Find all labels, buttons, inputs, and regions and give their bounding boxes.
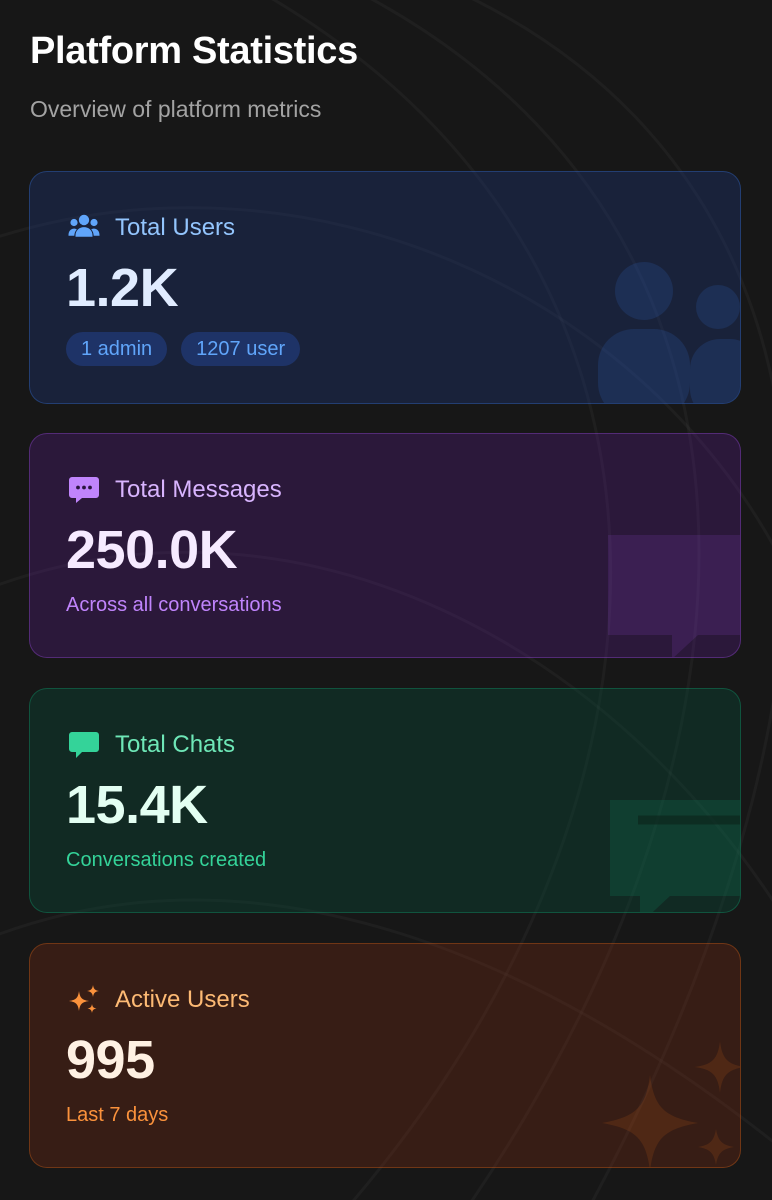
sparkles-watermark-icon <box>602 1041 740 1167</box>
card-caption: Conversations created <box>66 849 267 871</box>
message-dots-icon <box>66 472 102 508</box>
message-watermark-icon <box>608 535 740 657</box>
card-value: 15.4K <box>66 775 208 835</box>
admin-count-badge: 1 admin <box>66 332 168 366</box>
card-caption: Across all conversations <box>66 594 282 616</box>
card-caption: Last 7 days <box>66 1104 169 1126</box>
card-header: Total Users <box>66 210 235 246</box>
card-header: Total Messages <box>66 472 282 508</box>
users-icon <box>66 210 102 246</box>
user-count-badge: 1207 user <box>181 332 301 366</box>
total-users-card: Total Users 1.2K 1 admin 1207 user <box>29 171 741 404</box>
role-badges: 1 admin 1207 user <box>66 332 301 366</box>
page-title: Platform Statistics <box>30 30 358 72</box>
total-messages-card: Total Messages 250.0K Across all convers… <box>29 433 741 658</box>
total-chats-card: Total Chats 15.4K Conversations created <box>29 688 741 913</box>
active-users-card: Active Users 995 Last 7 days <box>29 943 741 1168</box>
page-subtitle: Overview of platform metrics <box>30 96 322 122</box>
card-label: Total Messages <box>115 476 282 503</box>
users-watermark-icon <box>598 262 740 403</box>
chat-bubble-icon <box>66 727 102 763</box>
card-value: 1.2K <box>66 258 179 318</box>
card-header: Active Users <box>66 982 250 1018</box>
platform-statistics-page: Platform Statistics Overview of platform… <box>0 0 772 1200</box>
card-label: Total Chats <box>115 731 236 758</box>
card-value: 250.0K <box>66 520 238 580</box>
card-label: Total Users <box>115 214 236 241</box>
card-header: Total Chats <box>66 727 235 763</box>
chat-watermark-icon <box>610 800 740 912</box>
sparkles-icon <box>66 982 102 1018</box>
card-value: 995 <box>66 1030 155 1090</box>
card-label: Active Users <box>115 986 250 1013</box>
